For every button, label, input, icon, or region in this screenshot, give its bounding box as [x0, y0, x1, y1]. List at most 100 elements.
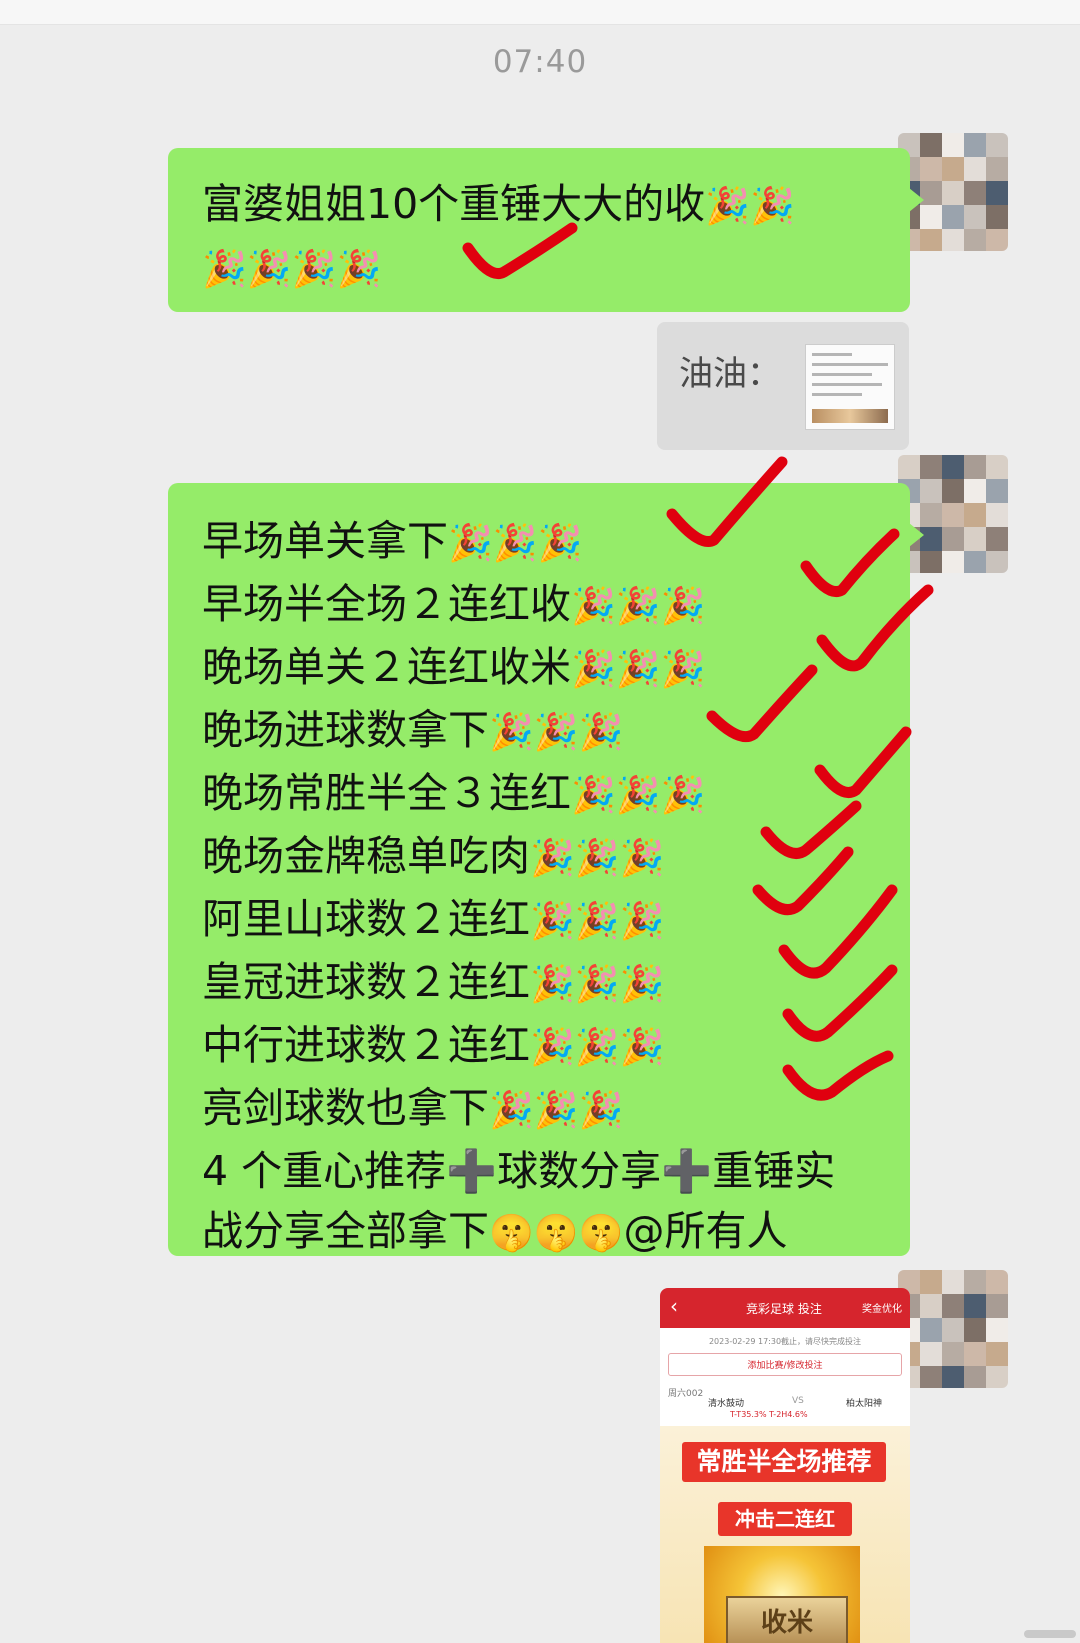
message-text: 晚场金牌稳单吃肉 — [202, 832, 530, 880]
message-line: 晚场进球数拿下🎉🎉🎉 — [202, 700, 890, 763]
avatar-pixel — [964, 181, 986, 205]
party-popper-emoji: 🎉🎉🎉 — [530, 964, 665, 1005]
party-popper-emoji: 🎉🎉🎉 — [571, 586, 706, 627]
message-text: 晚场常胜半全３连红 — [202, 769, 571, 817]
message-line: 皇冠进球数２连红🎉🎉🎉 — [202, 952, 890, 1015]
image-message[interactable]: ‹ 竞彩足球 投注 奖金优化 2023-02-29 17:30截止，请尽快完成投… — [660, 1288, 910, 1643]
message-bubble[interactable]: 早场单关拿下🎉🎉🎉 早场半全场２连红收🎉🎉🎉 晚场单关２连红收米🎉🎉🎉 晚场进球… — [168, 483, 924, 1256]
avatar-pixel — [942, 1366, 964, 1388]
avatar-pixel — [964, 1366, 986, 1388]
party-popper-emoji: 🎉🎉🎉 — [530, 838, 665, 879]
avatar-pixel — [986, 1294, 1008, 1318]
message-text: 早场半全场２连红收 — [202, 580, 571, 628]
avatar-pixel — [964, 1342, 986, 1366]
avatar-pixel — [920, 1318, 942, 1342]
image-match-row: 周六002 清水鼓动 VS 柏太阳神 T-T35.3% T-2H4.6% — [660, 1382, 910, 1424]
message-text: 阿里山球数２连红 — [202, 895, 530, 943]
avatar-pixel — [920, 1342, 942, 1366]
avatar-pixel — [920, 551, 942, 573]
avatar-pixel — [964, 503, 986, 527]
party-popper-emoji: 🎉🎉🎉 — [489, 712, 624, 753]
avatar-pixel — [942, 527, 964, 551]
avatar-pixel — [942, 157, 964, 181]
avatar-pixel — [920, 1270, 942, 1294]
message-line: 亮剑球数也拿下🎉🎉🎉 — [202, 1078, 890, 1141]
image-button: 添加比赛/修改投注 — [668, 1353, 902, 1376]
message-text: 4 个重心推荐➕球数分享➕重锤实 — [202, 1147, 836, 1195]
message-line: 战分享全部拿下🤫🤫🤫@所有人 — [202, 1201, 890, 1264]
avatar-pixel — [942, 229, 964, 251]
away-team: 柏太阳神 — [846, 1399, 883, 1409]
message-line: 阿里山球数２连红🎉🎉🎉 — [202, 889, 890, 952]
avatar-pixel — [920, 1294, 942, 1318]
party-popper-emoji: 🎉🎉 — [705, 186, 795, 227]
promo-subtitle: 冲击二连红 — [718, 1502, 852, 1536]
back-arrow-icon: ‹ — [670, 1294, 678, 1318]
avatar-pixel — [986, 455, 1008, 479]
avatar-pixel — [986, 503, 1008, 527]
party-popper-emoji: 🎉🎉🎉 — [571, 775, 706, 816]
message-line: 早场半全场２连红收🎉🎉🎉 — [202, 574, 890, 637]
avatar-pixel — [986, 181, 1008, 205]
avatar-pixel — [920, 479, 942, 503]
message-bubble[interactable]: 富婆姐姐10个重锤大大的收🎉🎉 🎉🎉🎉🎉 — [168, 148, 924, 312]
avatar-pixel — [920, 229, 942, 251]
avatar-pixel — [942, 1270, 964, 1294]
avatar-pixel — [942, 1342, 964, 1366]
quote-sender: 油油： — [679, 354, 781, 394]
avatar-pixel — [898, 455, 920, 479]
message-line: 🎉🎉🎉🎉 — [202, 237, 880, 300]
bubble-tail — [909, 188, 924, 212]
quoted-message[interactable]: 油油： — [657, 322, 909, 450]
message-text: 晚场单关２连红收米 — [202, 643, 571, 691]
image-subline: 2023-02-29 17:30截止，请尽快完成投注 — [708, 1337, 862, 1346]
message-text: 晚场进球数拿下 — [202, 706, 489, 754]
avatar-pixel — [942, 205, 964, 229]
avatar-pixel — [964, 1294, 986, 1318]
message-text: 富婆姐姐10个重锤大大的收 — [202, 180, 706, 228]
avatar-pixel — [920, 1366, 942, 1388]
message-line: 晚场金牌稳单吃肉🎉🎉🎉 — [202, 826, 890, 889]
message-text: 早场单关拿下 — [202, 517, 448, 565]
message-text: 亮剑球数也拿下 — [202, 1084, 489, 1132]
avatar-pixel — [942, 1294, 964, 1318]
avatar-pixel — [986, 479, 1008, 503]
avatar-pixel — [964, 1318, 986, 1342]
avatar-pixel — [986, 157, 1008, 181]
message-line: 晚场单关２连红收米🎉🎉🎉 — [202, 637, 890, 700]
message-line: 富婆姐姐10个重锤大大的收🎉🎉 — [202, 174, 880, 237]
avatar-pixel — [986, 1342, 1008, 1366]
party-popper-emoji: 🎉🎉🎉 — [571, 649, 706, 690]
avatar-pixel — [964, 229, 986, 251]
avatar[interactable] — [898, 1270, 1008, 1388]
avatar-pixel — [920, 133, 942, 157]
scroll-indicator[interactable] — [1024, 1630, 1076, 1638]
match-code: 周六002 — [668, 1389, 704, 1399]
avatar-pixel — [964, 527, 986, 551]
image-header-right: 奖金优化 — [862, 1304, 902, 1315]
party-popper-emoji: 🎉🎉🎉 — [530, 1027, 665, 1068]
avatar-pixel — [942, 551, 964, 573]
image-header-title: 竞彩足球 投注 — [746, 1302, 822, 1316]
avatar-pixel — [986, 1366, 1008, 1388]
quote-thumbnail[interactable] — [805, 344, 895, 430]
avatar-pixel — [964, 133, 986, 157]
plate-text: 收米 — [726, 1596, 848, 1643]
avatar[interactable] — [898, 455, 1008, 573]
avatar-pixel — [942, 133, 964, 157]
message-text: 中行进球数２连红 — [202, 1021, 530, 1069]
avatar-pixel — [964, 1270, 986, 1294]
party-popper-emoji: 🎉🎉🎉 — [489, 1090, 624, 1131]
party-popper-emoji: 🎉🎉🎉🎉 — [202, 249, 382, 290]
timestamp: 07:40 — [492, 44, 588, 80]
top-frame — [0, 0, 1080, 25]
avatar-pixel — [986, 133, 1008, 157]
party-popper-emoji: 🎉🎉🎉 — [530, 901, 665, 942]
avatar-pixel — [942, 181, 964, 205]
avatar-pixel — [942, 479, 964, 503]
avatar-pixel — [920, 455, 942, 479]
avatar-pixel — [986, 1270, 1008, 1294]
avatar-pixel — [986, 1318, 1008, 1342]
avatar-pixel — [964, 157, 986, 181]
avatar-pixel — [986, 205, 1008, 229]
